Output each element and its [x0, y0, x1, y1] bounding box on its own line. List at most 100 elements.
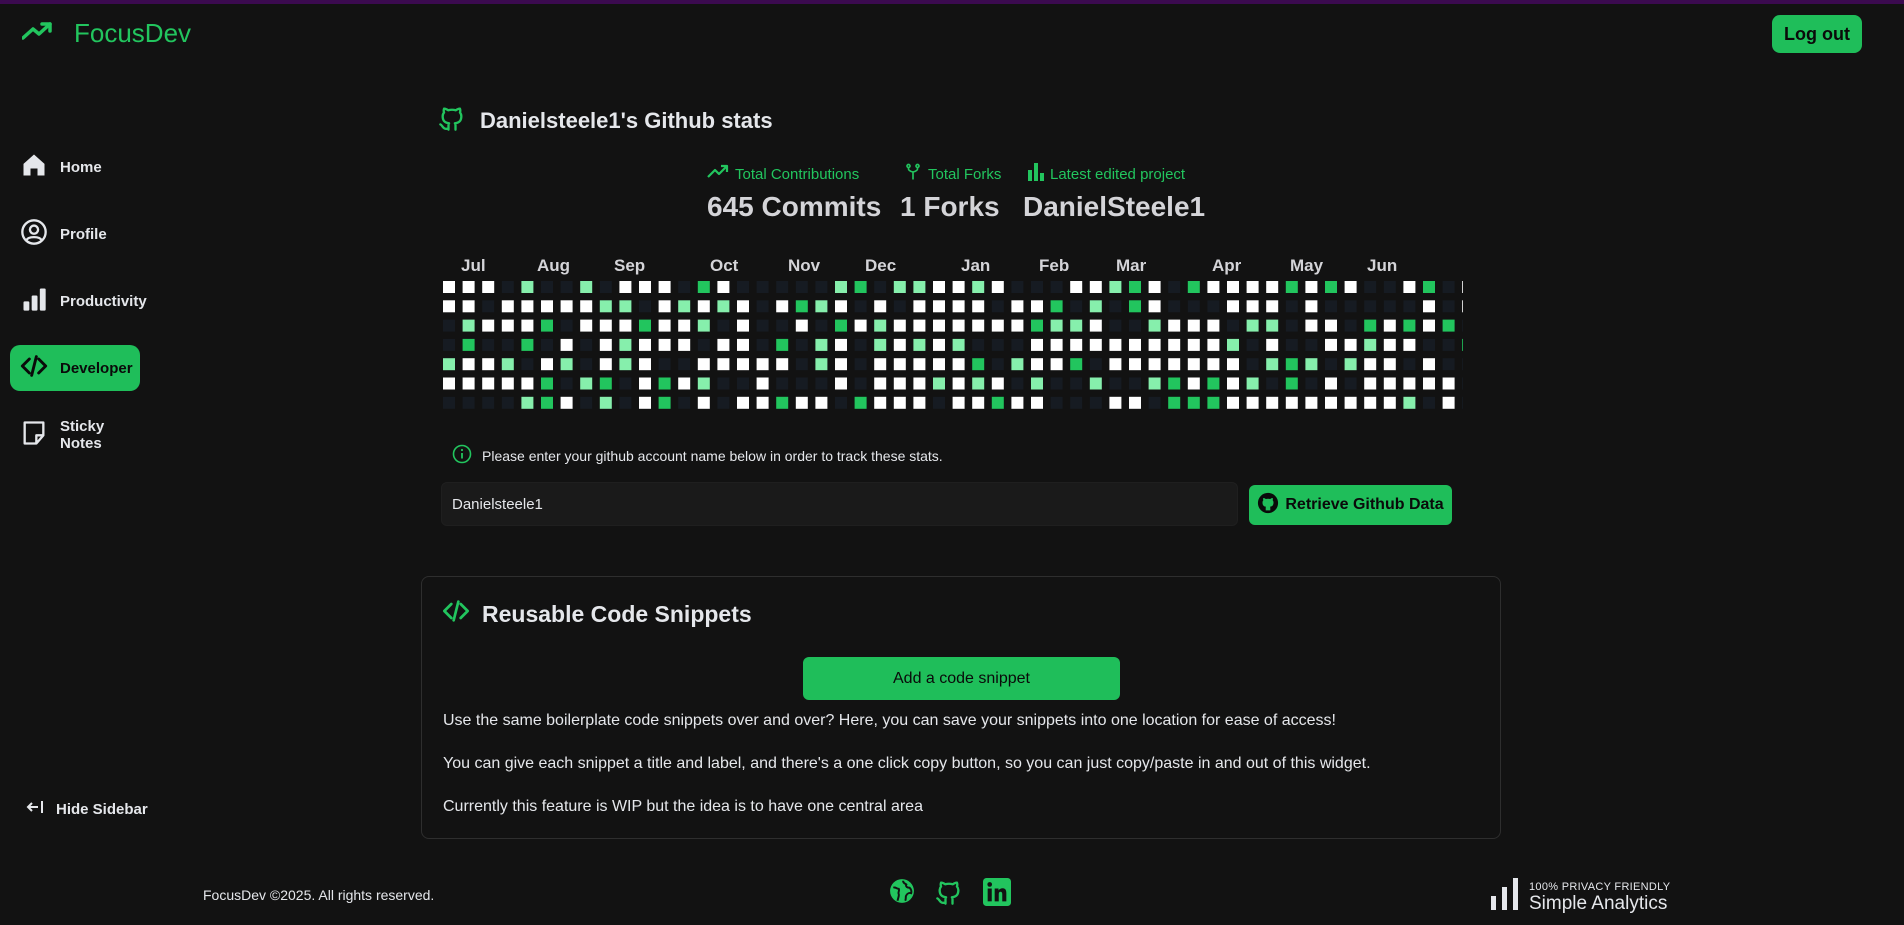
- globe-icon[interactable]: [889, 878, 915, 911]
- heatmap-cell: [1266, 300, 1279, 313]
- heatmap-cell: [1168, 338, 1181, 351]
- github-username-input[interactable]: [441, 482, 1238, 526]
- heatmap-cell: [717, 300, 730, 313]
- heatmap-cell: [1266, 319, 1279, 332]
- heatmap-cell: [580, 300, 593, 313]
- heatmap-cell: [756, 281, 769, 293]
- heatmap-cell: [482, 377, 495, 390]
- add-code-snippet-button[interactable]: Add a code snippet: [803, 657, 1120, 700]
- heatmap-month-labels: Jul Aug Sep Oct Nov Dec Jan Feb Mar Apr …: [440, 256, 1460, 276]
- github-icon[interactable]: [935, 878, 963, 911]
- heatmap-cell: [1050, 396, 1063, 409]
- heatmap-cell: [619, 396, 632, 409]
- code-snippets-title: Reusable Code Snippets: [442, 597, 752, 631]
- sidebar-item-developer[interactable]: Developer: [10, 345, 140, 391]
- heatmap-cell: [1070, 338, 1083, 351]
- brand[interactable]: FocusDev: [21, 18, 191, 49]
- heatmap-cell: [1246, 300, 1259, 313]
- heatmap-cell: [462, 338, 475, 351]
- sidebar-item-profile[interactable]: Profile: [10, 211, 140, 257]
- heatmap-cell: [1305, 358, 1318, 371]
- heatmap-cell: [619, 300, 632, 313]
- heatmap-cell: [1109, 319, 1122, 332]
- heatmap-cell: [1011, 300, 1024, 313]
- heatmap-cell: [697, 396, 710, 409]
- heatmap-cell: [1403, 358, 1416, 371]
- heatmap-cell: [541, 281, 553, 293]
- sidebar-item-productivity[interactable]: Productivity: [10, 278, 147, 324]
- heatmap-cell: [678, 377, 691, 390]
- heatmap-cell: [854, 319, 867, 332]
- heatmap-cell: [776, 377, 789, 390]
- heatmap-cell: [1344, 396, 1357, 409]
- collapse-left-icon: [26, 800, 44, 818]
- heatmap-cell: [1070, 319, 1083, 332]
- heatmap-cell: [717, 338, 730, 351]
- heatmap-cell: [1168, 377, 1181, 390]
- heatmap-cell: [1383, 377, 1396, 390]
- heatmap-cell: [835, 281, 847, 293]
- sidebar-item-label: Home: [60, 158, 102, 176]
- git-fork-icon: [904, 163, 922, 185]
- heatmap-cell: [972, 281, 985, 293]
- heatmap-cell: [874, 396, 887, 409]
- heatmap-cell: [1285, 338, 1298, 351]
- heatmap-cell: [737, 319, 749, 332]
- sidebar-item-home[interactable]: Home: [10, 144, 140, 190]
- total-forks-label: Total Forks: [904, 163, 1028, 185]
- heatmap-cell: [854, 396, 867, 409]
- month-label: Sep: [614, 256, 646, 275]
- hide-sidebar-button[interactable]: Hide Sidebar: [26, 800, 148, 818]
- heatmap-cell: [501, 358, 514, 371]
- heatmap-cell: [1325, 396, 1337, 409]
- heatmap-cell: [1246, 396, 1259, 409]
- heatmap-cell: [599, 358, 612, 371]
- month-label: Jan: [961, 256, 991, 275]
- heatmap-cell: [1383, 338, 1396, 351]
- github-stats-title: Danielsteele1's Github stats: [438, 104, 773, 138]
- heatmap-cell: [1364, 396, 1377, 409]
- github-icon: [438, 104, 466, 138]
- heatmap-cell: [1227, 300, 1239, 313]
- heatmap-cell: [443, 281, 455, 293]
- heatmap-cell: [501, 281, 514, 293]
- heatmap-cell: [815, 319, 828, 332]
- heatmap-cell: [1168, 281, 1181, 293]
- heatmap-cell: [1207, 358, 1220, 371]
- heatmap-cell: [1305, 281, 1318, 293]
- heatmap-cell: [501, 396, 514, 409]
- heatmap-cell: [1187, 377, 1200, 390]
- heatmap-cell: [854, 300, 867, 313]
- heatmap-cell: [1109, 300, 1122, 313]
- heatmap-cell: [1011, 338, 1024, 351]
- heatmap-cell: [893, 300, 906, 313]
- heatmap-cell: [1031, 377, 1043, 390]
- heatmap-cell: [776, 396, 789, 409]
- heatmap-cell: [658, 281, 671, 293]
- heatmap-cell: [1070, 377, 1083, 390]
- heatmap-cell: [1227, 358, 1239, 371]
- heatmap-cell: [1246, 377, 1259, 390]
- heatmap-cell: [1011, 396, 1024, 409]
- logout-button[interactable]: Log out: [1772, 15, 1862, 53]
- total-contributions-value: 645 Commits: [707, 191, 882, 222]
- heatmap-cell: [1129, 358, 1141, 371]
- total-contributions-label: Total Contributions: [707, 163, 904, 185]
- heatmap-cell: [737, 300, 749, 313]
- heatmap-cell: [1305, 300, 1318, 313]
- heatmap-cell: [541, 338, 553, 351]
- simple-analytics-badge[interactable]: 100% PRIVACY FRIENDLY Simple Analytics: [1491, 878, 1670, 915]
- sidebar-item-sticky-notes[interactable]: Sticky Notes: [10, 412, 140, 458]
- heatmap-cell: [1305, 338, 1318, 351]
- retrieve-github-data-button[interactable]: Retrieve Github Data: [1249, 485, 1452, 525]
- sidebar-nav: Home Profile Productivity Developer Stic…: [10, 144, 147, 479]
- heatmap-cell: [717, 319, 730, 332]
- bar-chart-icon: [1491, 878, 1521, 915]
- heatmap-cell: [1129, 300, 1141, 313]
- heatmap-cell: [1383, 396, 1396, 409]
- heatmap-cell: [756, 358, 769, 371]
- heatmap-cell: [1109, 358, 1122, 371]
- heatmap-cell: [893, 338, 906, 351]
- heatmap-cell: [678, 319, 691, 332]
- linkedin-icon[interactable]: [983, 878, 1011, 911]
